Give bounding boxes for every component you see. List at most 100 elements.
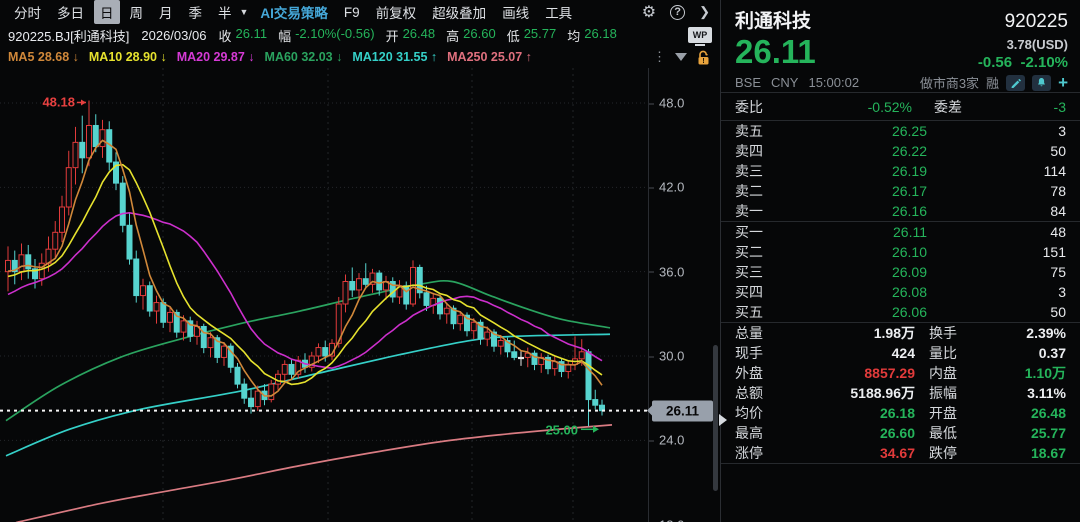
- alert-bell-icon[interactable]: [1032, 75, 1051, 91]
- ma-legend-bar: MA5 28.68 ↓ MA10 28.90 ↓ MA20 29.87 ↓ MA60 …: [0, 46, 720, 68]
- toolbar-tab-周[interactable]: 周: [122, 0, 152, 24]
- field-label: 低: [507, 26, 520, 45]
- bid-row-买五[interactable]: 买五26.0650: [721, 302, 1080, 322]
- ohlc-field-收: 收26.11: [218, 26, 267, 45]
- ma-legend-MA10[interactable]: MA10 28.90 ↓: [89, 50, 167, 64]
- toolbar-menu-画线[interactable]: 画线: [494, 0, 537, 24]
- stat-value: 26.18: [783, 405, 915, 421]
- toolbar-tab-半[interactable]: 半: [210, 0, 240, 24]
- toolbar-menu-工具[interactable]: 工具: [537, 0, 580, 24]
- trade-date: 2026/03/06: [141, 28, 206, 43]
- last-price: 26.11: [735, 34, 816, 71]
- unlock-alert-icon[interactable]: !: [695, 49, 712, 66]
- help-icon[interactable]: ?: [670, 5, 685, 20]
- price-change: -0.56 -2.10%: [978, 54, 1068, 71]
- level-price: 26.16: [797, 203, 927, 219]
- level-volume: 48: [927, 224, 1066, 240]
- bid-row-买四[interactable]: 买四26.083: [721, 282, 1080, 302]
- panel-collapse-arrow[interactable]: [719, 414, 727, 426]
- ma-legend-MA120[interactable]: MA120 31.55 ↑: [352, 50, 437, 64]
- axis-tick-36.0: 36.0: [659, 264, 684, 279]
- stat-value: 25.77: [977, 425, 1066, 441]
- ma-legend-MA60[interactable]: MA60 32.03 ↓: [265, 50, 343, 64]
- exchange-label: BSE: [735, 75, 761, 90]
- toolbar-menu: AI交易策略F9前复权超级叠加画线工具: [252, 0, 580, 24]
- app-window: 分时多日日周月季半 ▼ AI交易策略F9前复权超级叠加画线工具 ⚙ ? ❯ 92…: [0, 0, 1080, 522]
- level-label: 买四: [735, 282, 797, 302]
- market-maker-label: 做市商3家: [920, 73, 979, 92]
- ma-legend-MA5[interactable]: MA5 28.68 ↓: [8, 50, 79, 64]
- svg-text:48.18: 48.18: [42, 94, 75, 109]
- stat-label: 最低: [929, 423, 977, 443]
- bid-row-买一[interactable]: 买一26.1148: [721, 222, 1080, 242]
- ohlc-field-高: 高26.60: [446, 26, 496, 45]
- collapse-caret-icon[interactable]: [675, 53, 687, 61]
- stat-label: 跌停: [929, 443, 977, 463]
- ohlc-field-开: 开26.48: [386, 26, 436, 45]
- level-label: 卖一: [735, 201, 797, 221]
- axis-scrollbar[interactable]: [713, 345, 718, 491]
- level-label: 卖三: [735, 161, 797, 181]
- ask-row-卖三[interactable]: 卖三26.19114: [721, 161, 1080, 181]
- edit-pencil-icon[interactable]: [1006, 75, 1025, 91]
- axis-tick-18.0: 18.0: [659, 517, 684, 522]
- add-watchlist-icon[interactable]: +: [1058, 75, 1068, 91]
- stat-label: 总额: [735, 383, 783, 403]
- toolbar-menu-前复权[interactable]: 前复权: [368, 0, 425, 24]
- field-value: 26.48: [403, 26, 436, 45]
- axis-tick-42.0: 42.0: [659, 180, 684, 195]
- level-price: 26.22: [797, 143, 927, 159]
- field-value: -2.10%(-0.56): [295, 26, 374, 45]
- toolbar-menu-F9[interactable]: F9: [336, 3, 368, 22]
- stock-name: 利通科技: [735, 6, 811, 33]
- bid-levels: 买一26.1148买二26.10151买三26.0975买四26.083买五26…: [721, 222, 1080, 322]
- candlestick-chart[interactable]: 48.1825.00: [0, 68, 649, 522]
- more-options-icon[interactable]: ⋮: [653, 49, 667, 65]
- ask-row-卖二[interactable]: 卖二26.1778: [721, 181, 1080, 201]
- level-volume: 84: [927, 203, 1066, 219]
- ma-legend-MA250[interactable]: MA250 25.07 ↑: [447, 50, 532, 64]
- axis-tick-30.0: 30.0: [659, 349, 684, 364]
- ask-row-卖四[interactable]: 卖四26.2250: [721, 141, 1080, 161]
- candlestick-chart-area[interactable]: 48.1825.00 48.042.036.030.024.018.026.11: [0, 68, 720, 522]
- level-price: 26.06: [797, 304, 927, 320]
- weibi-value: -0.52%: [797, 99, 912, 115]
- quote-header: 利通科技 920225 26.11 3.78(USD) -0.56 -2.10%…: [721, 0, 1080, 92]
- stat-label: 内盘: [929, 363, 977, 383]
- bid-row-买三[interactable]: 买三26.0975: [721, 262, 1080, 282]
- ma-legend-MA20[interactable]: MA20 29.87 ↓: [177, 50, 255, 64]
- stat-label: 开盘: [929, 403, 977, 423]
- toolbar-tab-月[interactable]: 月: [151, 0, 181, 24]
- wp-monitor-icon[interactable]: WP: [688, 27, 712, 43]
- settings-gear-icon[interactable]: ⚙: [642, 2, 656, 22]
- stat-value: 3.11%: [977, 385, 1066, 401]
- stat-label: 现手: [735, 343, 783, 363]
- expand-chevron-icon[interactable]: ❯: [699, 4, 710, 20]
- stat-value: 18.67: [977, 445, 1066, 461]
- level-volume: 50: [927, 143, 1066, 159]
- toolbar-menu-超级叠加[interactable]: 超级叠加: [424, 0, 494, 24]
- level-volume: 75: [927, 264, 1066, 280]
- field-label: 收: [218, 26, 231, 45]
- level-label: 买二: [735, 242, 797, 262]
- toolbar-tab-多日[interactable]: 多日: [49, 0, 92, 24]
- toolbar-tab-分时[interactable]: 分时: [6, 0, 49, 24]
- ask-row-卖五[interactable]: 卖五26.253: [721, 121, 1080, 141]
- toolbar-tab-季[interactable]: 季: [181, 0, 211, 24]
- level-price: 26.19: [797, 163, 927, 179]
- ma-items: MA5 28.68 ↓ MA10 28.90 ↓ MA20 29.87 ↓ MA60 …: [8, 50, 542, 64]
- level-volume: 151: [927, 244, 1066, 260]
- bid-row-买二[interactable]: 买二26.10151: [721, 242, 1080, 262]
- ohlc-field-均: 均26.18: [567, 26, 617, 45]
- ask-row-卖一[interactable]: 卖一26.1684: [721, 201, 1080, 221]
- stat-label: 振幅: [929, 383, 977, 403]
- toolbar-menu-AI交易策略[interactable]: AI交易策略: [252, 0, 336, 24]
- stat-row-现手: 现手424量比0.37: [721, 343, 1080, 363]
- stat-label: 总量: [735, 323, 783, 343]
- usd-price: 3.78(USD): [978, 37, 1068, 52]
- period-dropdown-caret-icon[interactable]: ▼: [240, 7, 253, 17]
- ohlc-field-低: 低25.77: [507, 26, 557, 45]
- svg-text:!: !: [702, 58, 704, 65]
- stat-label: 外盘: [735, 363, 783, 383]
- toolbar-tab-日[interactable]: 日: [94, 0, 120, 24]
